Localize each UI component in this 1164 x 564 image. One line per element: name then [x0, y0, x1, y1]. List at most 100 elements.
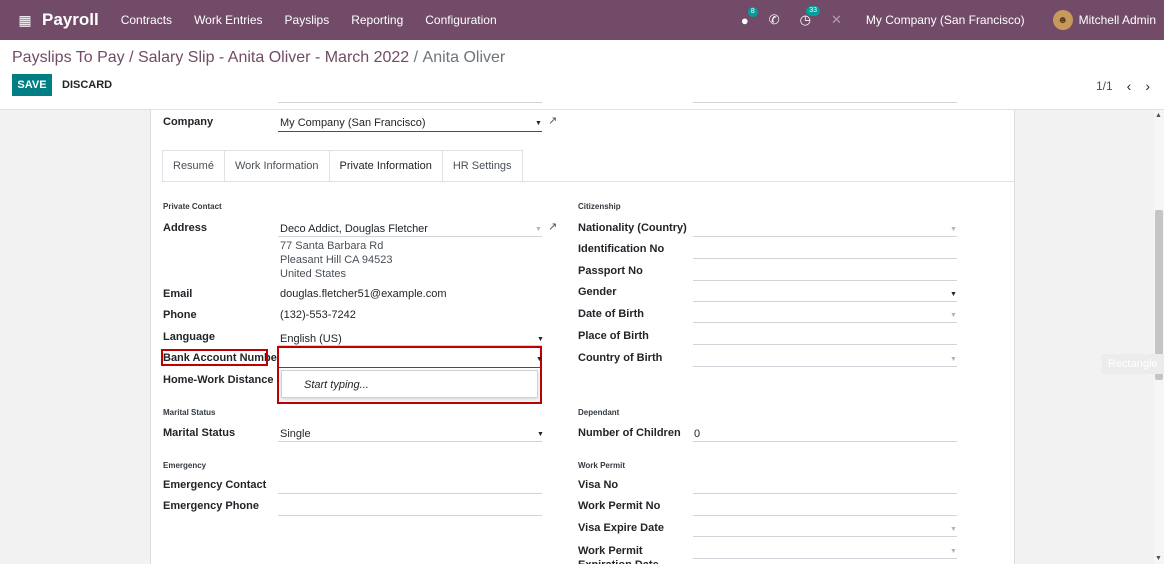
address-line-2: Pleasant Hill CA 94523	[280, 254, 393, 266]
address-line-1: 77 Santa Barbara Rd	[280, 240, 384, 252]
passport-label: Passport No	[578, 265, 643, 277]
activity-icon[interactable]: ◷ 33	[800, 6, 820, 28]
bank-account-autocomplete: Start typing...	[281, 370, 538, 398]
bank-account-dropdown-icon[interactable]: ▼	[536, 356, 543, 363]
pager-next-icon[interactable]: ›	[1145, 78, 1150, 94]
address-dropdown-icon[interactable]: ▼	[535, 226, 542, 233]
company-input[interactable]: My Company (San Francisco)	[280, 117, 426, 129]
work-permit-expiration-input[interactable]	[693, 558, 957, 559]
nationality-dropdown-icon[interactable]: ▼	[950, 226, 957, 233]
work-permit-expiration-label: Work Permit Expiration Date	[578, 545, 659, 564]
save-button[interactable]: SAVE	[12, 74, 52, 96]
emergency-phone-label: Emergency Phone	[163, 500, 259, 512]
menu-configuration[interactable]: Configuration	[425, 13, 496, 27]
number-of-children-label: Number of Children	[578, 427, 681, 439]
number-of-children-underline	[693, 441, 957, 442]
visa-expire-date-label: Visa Expire Date	[578, 522, 665, 534]
gender-label: Gender	[578, 286, 617, 298]
phone-icon[interactable]: ✆	[769, 12, 780, 28]
bank-account-label-highlight	[161, 349, 268, 366]
gender-dropdown-icon[interactable]: ▼	[950, 291, 957, 298]
top-navbar: ▦ Payroll Contracts Work Entries Payslip…	[0, 0, 1164, 40]
breadcrumb: Payslips To Pay / Salary Slip - Anita Ol…	[12, 49, 505, 67]
country-of-birth-input[interactable]	[693, 366, 957, 367]
breadcrumb-current: Anita Oliver	[422, 49, 506, 66]
user-menu[interactable]: Mitchell Admin	[1079, 13, 1156, 27]
group-title-emergency: Emergency	[163, 461, 207, 470]
identification-input[interactable]	[693, 258, 957, 259]
visa-no-input[interactable]	[693, 493, 957, 494]
scroll-down-icon[interactable]: ▼	[1155, 555, 1162, 562]
marital-status-dropdown-icon[interactable]: ▼	[537, 431, 544, 438]
email-value[interactable]: douglas.fletcher51@example.com	[280, 288, 446, 300]
identification-label: Identification No	[578, 243, 665, 255]
autocomplete-hint[interactable]: Start typing...	[304, 379, 369, 391]
marital-status-underline	[278, 441, 542, 442]
group-title-marital-status: Marital Status	[163, 408, 216, 417]
company-dropdown-icon[interactable]: ▼	[535, 120, 542, 127]
address-line-3: United States	[280, 268, 347, 280]
date-of-birth-input[interactable]	[693, 322, 957, 323]
place-of-birth-label: Place of Birth	[578, 330, 649, 342]
menu-reporting[interactable]: Reporting	[351, 13, 403, 27]
menu-work-entries[interactable]: Work Entries	[194, 13, 262, 27]
language-dropdown-icon[interactable]: ▼	[537, 336, 544, 343]
tab-hr-settings[interactable]: HR Settings	[441, 150, 523, 182]
visa-expire-date-input[interactable]	[693, 536, 957, 537]
menu-contracts[interactable]: Contracts	[121, 13, 172, 27]
date-of-birth-icon[interactable]: ▼	[950, 312, 957, 319]
address-external-link-icon[interactable]: ↗	[548, 220, 557, 233]
pager-value[interactable]: 1/1	[1096, 79, 1113, 93]
work-permit-expiration-icon[interactable]: ▼	[950, 548, 957, 555]
scroll-up-icon[interactable]: ▲	[1155, 112, 1162, 119]
discard-button[interactable]: DISCARD	[62, 74, 112, 96]
company-external-link-icon[interactable]: ↗	[548, 114, 557, 127]
avatar[interactable]: ☻	[1052, 10, 1073, 30]
nationality-input[interactable]	[693, 236, 957, 237]
field-underline	[278, 102, 542, 103]
marital-status-select[interactable]: Single	[280, 428, 311, 440]
email-label: Email	[163, 288, 193, 300]
emergency-contact-input[interactable]	[278, 493, 542, 494]
company-switcher[interactable]: My Company (San Francisco)	[866, 13, 1025, 27]
group-title-work-permit: Work Permit	[578, 461, 625, 470]
scrollbar[interactable]: ▲ ▼	[1154, 110, 1164, 564]
emergency-contact-label: Emergency Contact	[163, 479, 267, 491]
app-title[interactable]: Payroll	[42, 10, 99, 30]
work-permit-no-label: Work Permit No	[578, 500, 661, 512]
bank-account-underline	[279, 367, 540, 368]
address-label: Address	[163, 222, 208, 234]
gender-select[interactable]	[693, 301, 957, 302]
phone-value[interactable]: (132)-553-7242	[280, 309, 356, 321]
field-underline	[693, 102, 957, 103]
emergency-phone-input[interactable]	[278, 515, 542, 516]
passport-input[interactable]	[693, 280, 957, 281]
company-label: Company	[163, 116, 214, 128]
group-title-private-contact: Private Contact	[163, 202, 222, 211]
close-icon[interactable]: ✕	[831, 12, 842, 28]
menu-payslips[interactable]: Payslips	[285, 13, 330, 27]
country-of-birth-label: Country of Birth	[578, 352, 663, 364]
apps-grid-icon[interactable]: ▦	[10, 12, 40, 29]
tab-work-information[interactable]: Work Information	[223, 150, 330, 182]
chat-icon[interactable]: ● 8	[741, 6, 758, 28]
company-underline	[278, 131, 542, 132]
tab-private-information[interactable]: Private Information	[328, 150, 443, 182]
number-of-children-input[interactable]: 0	[694, 428, 700, 440]
date-of-birth-label: Date of Birth	[578, 308, 644, 320]
language-select[interactable]: English (US)	[280, 333, 342, 345]
breadcrumb-parent[interactable]: Payslips To Pay / Salary Slip - Anita Ol…	[12, 49, 409, 67]
phone-label: Phone	[163, 309, 197, 321]
address-input[interactable]: Deco Addict, Douglas Fletcher	[280, 223, 428, 235]
breadcrumb-separator: /	[409, 49, 423, 66]
home-work-distance-label: Home-Work Distance	[163, 374, 274, 386]
visa-expire-date-icon[interactable]: ▼	[950, 526, 957, 533]
notebook-tabs: Resumé Work Information Private Informat…	[162, 150, 523, 182]
language-label: Language	[163, 331, 215, 343]
place-of-birth-input[interactable]	[693, 344, 957, 345]
bank-account-highlight: ▼ Start typing...	[277, 346, 543, 404]
tab-resume[interactable]: Resumé	[162, 150, 225, 182]
country-of-birth-dropdown-icon[interactable]: ▼	[950, 356, 957, 363]
work-permit-no-input[interactable]	[693, 515, 957, 516]
pager-previous-icon[interactable]: ‹	[1127, 78, 1132, 94]
